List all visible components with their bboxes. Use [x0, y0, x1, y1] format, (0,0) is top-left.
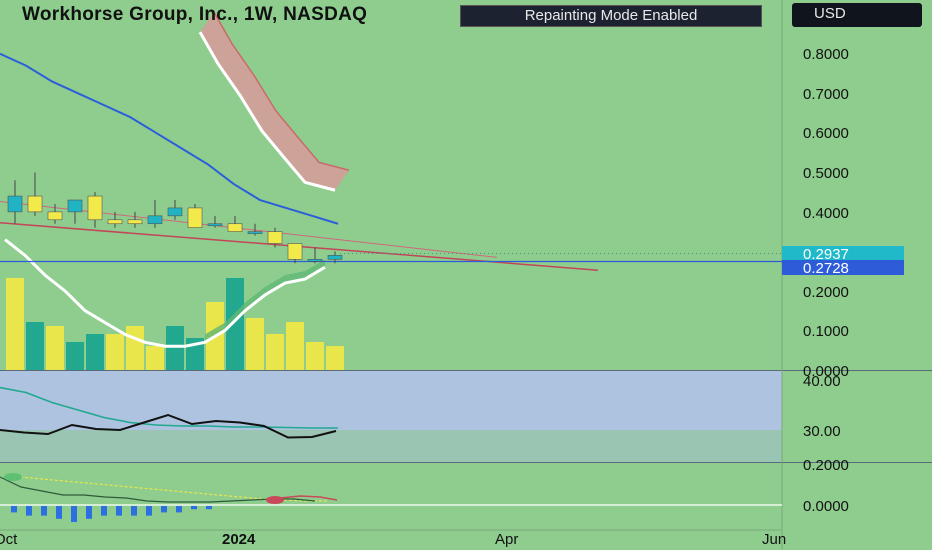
macd-tick-label: 0.2000: [803, 457, 849, 474]
chart-canvas[interactable]: 0.8000 0.7000 0.6000 0.5000 0.4000 0.2000 0.10…: [0, 0, 932, 550]
time-tick-label: Apr: [495, 531, 518, 548]
candle-body: [47, 211, 63, 221]
price-tick-label: 0.5000: [803, 165, 849, 182]
main-pane-bg: [0, 0, 782, 370]
volume-bar: [166, 326, 184, 370]
volume-bar: [326, 346, 344, 370]
price-tick-label: 0.2000: [803, 284, 849, 301]
volume-bar: [246, 318, 264, 370]
volume-bar: [266, 334, 284, 370]
oscillator-tick-label: 40.00: [803, 373, 841, 390]
macd-histogram-bar: [86, 506, 92, 519]
macd-tick-label: 0.0000: [803, 498, 849, 515]
volume-bar: [6, 278, 24, 370]
price-tick-label: 0.4000: [803, 205, 849, 222]
price-tick-label: 0.8000: [803, 46, 849, 63]
candle-body: [267, 231, 283, 244]
macd-histogram-bar: [41, 506, 47, 516]
osc-pane-band: [0, 430, 782, 462]
time-tick-label: 2024: [222, 531, 256, 548]
macd-histogram-bar: [206, 506, 212, 510]
macd-histogram-bar: [191, 506, 197, 510]
candle-body: [287, 243, 303, 260]
macd-histogram-bar: [161, 506, 167, 513]
candle-body: [67, 199, 83, 213]
price-tick-label: 0.1000: [803, 323, 849, 340]
volume-bar: [26, 322, 44, 370]
volume-bar: [286, 322, 304, 370]
volume-bar: [126, 326, 144, 370]
macd-histogram-bar: [176, 506, 182, 513]
macd-histogram-bar: [146, 506, 152, 516]
volume-bar: [146, 346, 164, 370]
volume-bar: [86, 334, 104, 370]
candle-body: [207, 223, 223, 227]
candle-body: [307, 259, 323, 262]
candle-body: [107, 219, 123, 225]
volume-bar: [306, 342, 324, 370]
candle-body: [167, 207, 183, 217]
volume-bar: [106, 334, 124, 370]
price-tag-label: 0.2728: [803, 260, 849, 277]
macd-histogram-bar: [11, 506, 17, 513]
price-tick-label: 0.6000: [803, 125, 849, 142]
macd-histogram-bar: [116, 506, 122, 516]
time-tick-label: Jun: [762, 531, 786, 548]
chart-title: Workhorse Group, Inc., 1W, NASDAQ: [22, 4, 368, 25]
candle-body: [247, 231, 263, 234]
candle-body: [7, 195, 23, 213]
macd-histogram-bar: [56, 506, 62, 519]
candle-body: [187, 207, 203, 228]
price-tick-label: 0.7000: [803, 86, 849, 103]
candle-body: [127, 219, 143, 225]
volume-bar: [66, 342, 84, 370]
oscillator-tick-label: 30.00: [803, 423, 841, 440]
macd-histogram-bar: [131, 506, 137, 516]
candle-body: [87, 195, 103, 221]
volume-bar: [46, 326, 64, 370]
macd-pane-bg: [0, 463, 782, 530]
repainting-mode-badge[interactable]: Repainting Mode Enabled: [460, 5, 762, 27]
macd-histogram-bar: [26, 506, 32, 516]
time-tick-label: Oct: [0, 531, 18, 548]
time-axis[interactable]: Oct 2024 Apr Jun: [0, 531, 786, 548]
macd-histogram-bar: [101, 506, 107, 516]
macd-histogram-bar: [71, 506, 77, 522]
candle-body: [227, 223, 243, 232]
candle-body: [327, 255, 343, 260]
macd-cross-marker: [4, 473, 22, 481]
currency-selector[interactable]: USD: [792, 3, 922, 27]
candle-body: [27, 195, 43, 213]
candle-body: [147, 215, 163, 225]
